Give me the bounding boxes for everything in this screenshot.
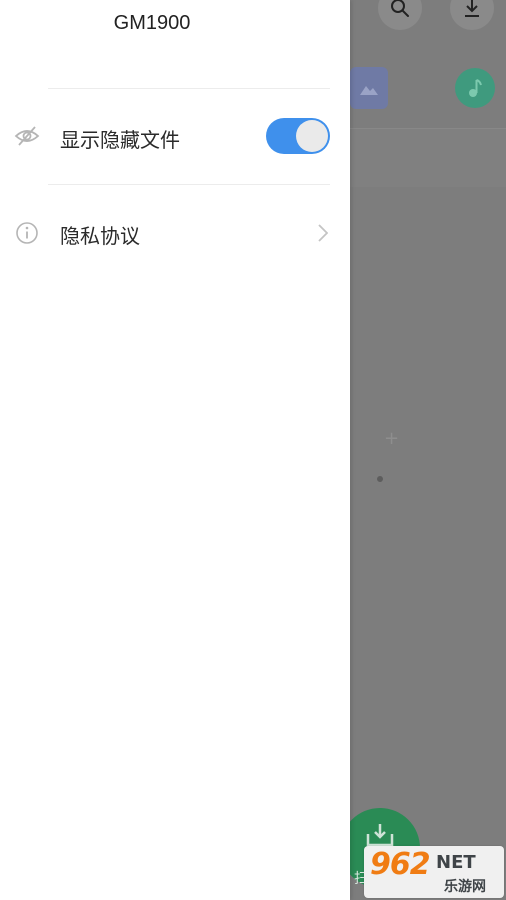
eye-hidden-icon xyxy=(14,123,40,149)
screen: + 扫 GM1900 显示隐藏文件 隐私协议 962 NET 乐游网 xyxy=(0,0,506,900)
image-category-tile[interactable] xyxy=(350,67,388,109)
dot-indicator xyxy=(377,476,383,482)
inbox-download-icon xyxy=(366,824,394,847)
music-note-icon xyxy=(469,79,482,97)
show-hidden-files-toggle[interactable] xyxy=(266,118,330,154)
category-bar xyxy=(350,128,506,187)
watermark-number: 962 xyxy=(370,847,431,882)
navigation-drawer: GM1900 显示隐藏文件 隐私协议 xyxy=(0,0,350,900)
music-category-tile[interactable] xyxy=(455,68,495,108)
site-watermark: 962 NET 乐游网 xyxy=(364,846,504,898)
search-button[interactable] xyxy=(378,0,422,30)
show-hidden-files-label: 显示隐藏文件 xyxy=(60,128,180,152)
divider xyxy=(48,184,330,185)
device-name: GM1900 xyxy=(113,12,191,34)
show-hidden-files-row[interactable]: 显示隐藏文件 xyxy=(0,90,350,182)
download-button[interactable] xyxy=(450,0,494,30)
image-icon xyxy=(360,86,378,95)
info-icon xyxy=(14,220,40,246)
watermark-cn: 乐游网 xyxy=(444,879,486,895)
toggle-knob xyxy=(296,120,328,152)
watermark-net: NET xyxy=(436,852,476,873)
divider xyxy=(48,88,330,89)
privacy-policy-row[interactable]: 隐私协议 xyxy=(0,186,350,278)
privacy-policy-label: 隐私协议 xyxy=(60,224,140,248)
download-icon xyxy=(465,0,479,17)
plus-icon: + xyxy=(384,428,400,449)
search-icon xyxy=(391,0,409,17)
chevron-right-icon xyxy=(316,221,330,245)
